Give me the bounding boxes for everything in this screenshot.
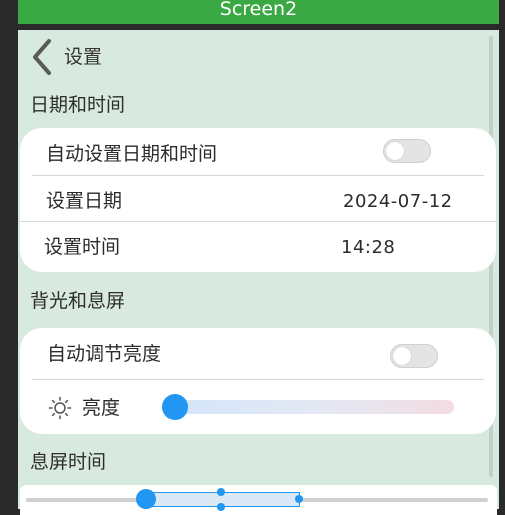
page-title: 设置 (64, 46, 103, 68)
auto-datetime-toggle[interactable] (383, 139, 431, 163)
auto-brightness-label: 自动调节亮度 (47, 343, 162, 365)
window-title: Screen2 (219, 0, 298, 20)
divider (32, 175, 484, 176)
brightness-slider[interactable] (168, 400, 454, 414)
set-time-value[interactable]: 14:28 (341, 235, 395, 261)
section-title-backlight: 背光和息屏 (30, 290, 126, 312)
divider (32, 379, 484, 380)
sun-icon (48, 396, 72, 420)
section-title-screen-off: 息屏时间 (30, 451, 107, 473)
selection-handle[interactable] (217, 503, 225, 511)
window-title-bar: Screen2 (18, 0, 499, 24)
toggle-knob (393, 347, 411, 365)
set-time-label: 设置时间 (44, 236, 121, 258)
screen-off-slider-knob[interactable] (136, 489, 156, 509)
divider (20, 221, 496, 222)
section-title-datetime: 日期和时间 (30, 94, 126, 116)
selection-handle[interactable] (295, 495, 303, 503)
toggle-knob (386, 142, 404, 160)
brightness-label: 亮度 (82, 397, 121, 419)
back-button[interactable] (30, 38, 54, 76)
auto-datetime-label: 自动设置日期和时间 (46, 143, 218, 165)
selection-handle[interactable] (217, 488, 225, 496)
chevron-left-icon (33, 39, 51, 75)
brightness-slider-knob[interactable] (162, 394, 188, 420)
set-date-value[interactable]: 2024-07-12 (343, 189, 453, 215)
set-date-label: 设置日期 (46, 190, 123, 212)
auto-brightness-toggle[interactable] (390, 344, 438, 368)
